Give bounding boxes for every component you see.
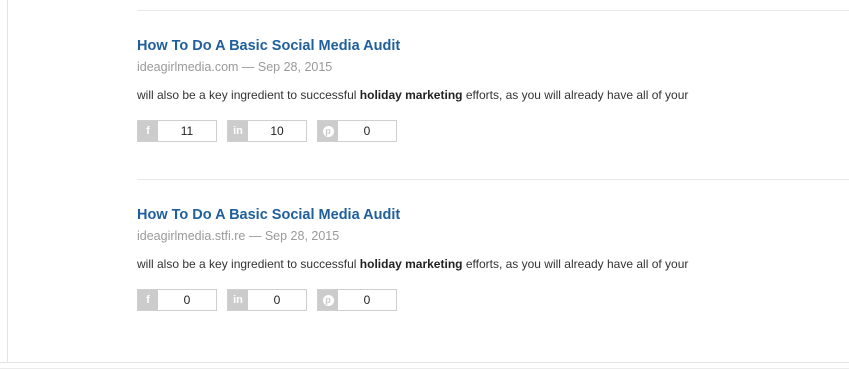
share-count-value: 0 [183,293,191,307]
article-snippet: will also be a key ingredient to success… [137,257,837,272]
linkedin-share-count[interactable]: in 10 [227,120,307,142]
facebook-share-count[interactable]: f 0 [137,289,217,311]
share-counts: f 0 in 0 p 0 [137,289,837,311]
snippet-highlight: holiday marketing [359,257,463,271]
linkedin-icon: in [228,121,248,141]
linkedin-share-count[interactable]: in 0 [227,289,307,311]
pinterest-share-count[interactable]: p 0 [317,120,397,142]
article-item: How To Do A Basic Social Media Audit ide… [137,37,837,142]
article-meta: ideagirlmedia.stfi.re — Sep 28, 2015 [137,229,340,243]
bottom-border [0,368,849,369]
snippet-text: efforts, as you will already have all of… [462,88,689,102]
share-count-value: 0 [273,293,281,307]
article-meta: ideagirlmedia.com — Sep 28, 2015 [137,60,333,74]
divider [137,10,849,11]
article-snippet: will also be a key ingredient to success… [137,88,837,103]
share-count-value: 10 [270,124,284,138]
left-border [7,0,8,362]
snippet-text: will also be a key ingredient to success… [137,257,360,271]
divider [137,179,849,180]
facebook-icon: f [138,290,158,310]
article-title-link[interactable]: How To Do A Basic Social Media Audit [137,206,837,224]
share-counts: f 11 in 10 p 0 [137,120,837,142]
linkedin-icon: in [228,290,248,310]
share-count-value: 0 [363,124,371,138]
snippet-highlight: holiday marketing [359,88,463,102]
snippet-text: will also be a key ingredient to success… [137,88,360,102]
snippet-text: efforts, as you will already have all of… [462,257,689,271]
pinterest-share-count[interactable]: p 0 [317,289,397,311]
share-count-value: 0 [363,293,371,307]
facebook-icon: f [138,121,158,141]
pinterest-icon: p [318,121,338,141]
bottom-border [0,362,849,363]
article-item: How To Do A Basic Social Media Audit ide… [137,206,837,311]
pinterest-icon: p [318,290,338,310]
share-count-value: 11 [180,124,194,138]
facebook-share-count[interactable]: f 11 [137,120,217,142]
article-title-link[interactable]: How To Do A Basic Social Media Audit [137,37,837,55]
